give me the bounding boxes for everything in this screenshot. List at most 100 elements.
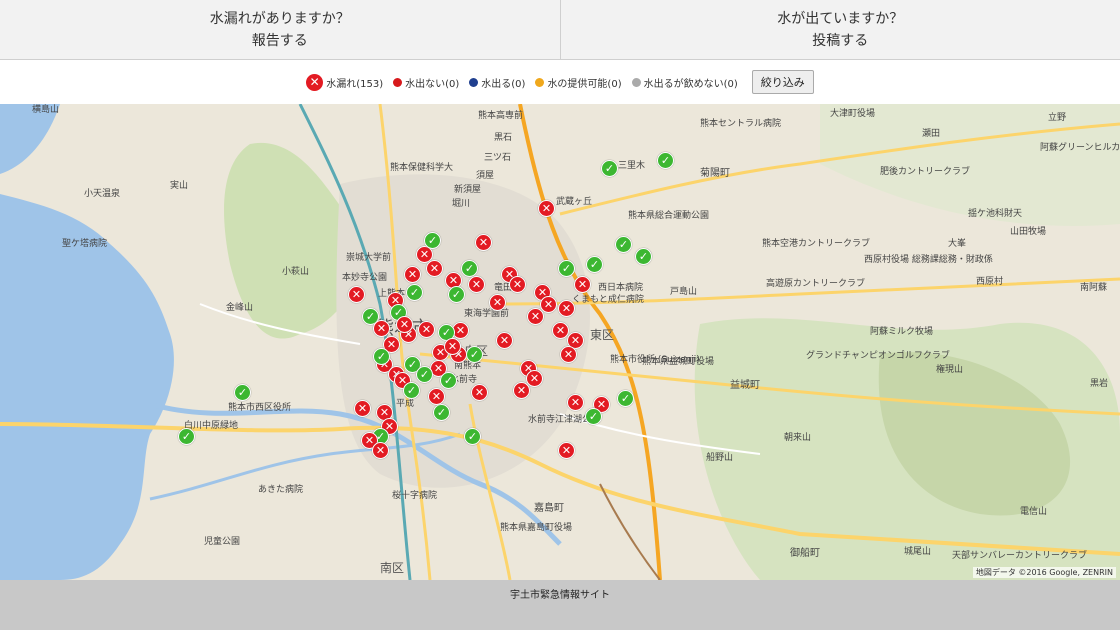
map-label: 肥後カントリークラブ [880,167,971,177]
footer: 宇土市緊急情報サイト [0,580,1120,630]
map-label: 実山 [170,181,189,191]
ok-marker[interactable]: ✓ [617,390,634,407]
ok-marker[interactable]: ✓ [448,286,465,303]
check-mark-icon: ✓ [427,234,438,247]
ok-marker[interactable]: ✓ [586,256,603,273]
check-mark-icon: ✓ [588,410,599,423]
ok-marker[interactable]: ✓ [234,384,251,401]
check-mark-icon: ✓ [620,392,631,405]
x-mark-icon: ✕ [431,390,442,403]
filter-button[interactable]: 絞り込み [751,70,814,94]
leak-marker[interactable]: ✕ [489,294,506,311]
leak-marker[interactable]: ✕ [468,276,485,293]
legend-not-drinkable[interactable]: 水出るが飲めない(0) [631,75,738,90]
leak-marker[interactable]: ✕ [496,332,513,349]
legend-supply[interactable]: 水の提供可能(0) [535,75,622,90]
ok-marker[interactable]: ✓ [416,366,433,383]
leak-marker[interactable]: ✕ [574,276,591,293]
leak-marker[interactable]: ✕ [560,346,577,363]
check-mark-icon: ✓ [237,386,248,399]
map-label: 阿蘇グリーンヒルカントリークラブ [1040,143,1120,153]
ok-marker[interactable]: ✓ [585,408,602,425]
map-label: 菊陽町 [700,168,730,179]
legend-water-ok-label: 水出る(0) [481,78,526,90]
leak-marker[interactable]: ✕ [558,442,575,459]
ok-marker[interactable]: ✓ [403,382,420,399]
leak-marker[interactable]: ✕ [558,300,575,317]
post-water-button[interactable]: 水が出ていますか？ 投稿する [559,0,1120,60]
map-label: 三ツ石 [484,153,512,163]
leak-marker[interactable]: ✕ [526,370,543,387]
map-label: 熊本高専前 [478,111,524,121]
leak-marker[interactable]: ✕ [527,308,544,325]
map-label: 天部サンバレーカントリークラブ [952,551,1088,561]
x-mark-icon: ✕ [474,386,485,399]
leak-marker[interactable]: ✕ [567,394,584,411]
check-mark-icon: ✓ [451,288,462,301]
leak-marker[interactable]: ✕ [404,266,421,283]
legend-no-water-label: 水出ない(0) [405,78,460,90]
leak-marker[interactable]: ✕ [538,200,555,217]
ok-marker[interactable]: ✓ [440,372,457,389]
check-mark-icon: ✓ [406,384,417,397]
legend-no-water[interactable]: 水出ない(0) [393,75,459,90]
leak-marker[interactable]: ✕ [475,234,492,251]
ok-marker[interactable]: ✓ [464,428,481,445]
ok-marker[interactable]: ✓ [373,348,390,365]
leak-marker[interactable]: ✕ [509,276,526,293]
report-leak-button[interactable]: 水漏れがありますか？ 報告する [0,0,560,60]
report-leak-line2: 報告する [251,32,308,49]
ok-marker[interactable]: ✓ [601,160,618,177]
legend-supply-label: 水の提供可能(0) [547,78,622,90]
leak-marker[interactable]: ✕ [354,400,371,417]
map-label: 小萩山 [282,267,310,277]
check-mark-icon: ✓ [181,430,192,443]
report-leak-line1: 水漏れがありますか？ [209,10,350,27]
map-label: 南阿蘇 [1080,283,1108,293]
ok-marker[interactable]: ✓ [657,152,674,169]
legend-water-ok[interactable]: 水出る(0) [469,75,525,90]
x-mark-icon: ✕ [570,396,581,409]
x-mark-icon: ✕ [419,248,430,261]
x-mark-icon: ✕ [570,334,581,347]
check-mark-icon: ✓ [589,258,600,271]
leak-marker[interactable]: ✕ [418,321,435,338]
leak-marker[interactable]: ✕ [372,442,389,459]
x-mark-icon: ✕ [563,348,574,361]
ok-marker[interactable]: ✓ [635,248,652,265]
leak-marker[interactable]: ✕ [426,260,443,277]
leak-marker[interactable]: ✕ [471,384,488,401]
ok-marker[interactable]: ✓ [461,260,478,277]
ok-marker[interactable]: ✓ [178,428,195,445]
map-label: 児童公園 [204,537,241,547]
map-label: 城尾山 [904,547,932,557]
ok-marker[interactable]: ✓ [424,232,441,249]
map-label: 熊本空港カントリークラブ [762,239,871,249]
map-label: 大峯 [948,239,967,249]
check-mark-icon: ✓ [407,358,418,371]
map-label: 熊本セントラル病院 [700,119,782,129]
map-label: 堀川 [452,199,471,209]
leak-marker[interactable]: ✕ [373,320,390,337]
x-mark-icon: ✕ [543,298,554,311]
ok-marker[interactable]: ✓ [558,260,575,277]
leak-marker[interactable]: ✕ [540,296,557,313]
map-label: 山田牧場 [1010,227,1047,237]
ok-marker[interactable]: ✓ [615,236,632,253]
leak-marker[interactable]: ✕ [444,338,461,355]
ok-marker[interactable]: ✓ [433,404,450,421]
ok-marker[interactable]: ✓ [466,346,483,363]
ok-marker[interactable]: ✓ [406,284,423,301]
leak-marker[interactable]: ✕ [348,286,365,303]
leak-marker[interactable]: ✕ [428,388,445,405]
leak-marker[interactable]: ✕ [552,322,569,339]
map-view[interactable]: 熊本市 中央区 東区 南区 嘉島町 益城町 菊陽町 御船町 小天温泉 金峰山 小… [0,104,1120,580]
map-label: 熊本県総合運動公園 [628,211,710,221]
map-label: 金峰山 [226,303,254,313]
leak-marker[interactable]: ✕ [513,382,530,399]
leak-marker[interactable]: ✕ [396,316,413,333]
map-label: 立野 [1048,113,1067,123]
map-label: 高遊原カントリークラブ [766,279,866,289]
map-label: 桜十字病院 [392,491,438,501]
legend-leak[interactable]: ✕ 水漏れ(153) [306,73,383,91]
